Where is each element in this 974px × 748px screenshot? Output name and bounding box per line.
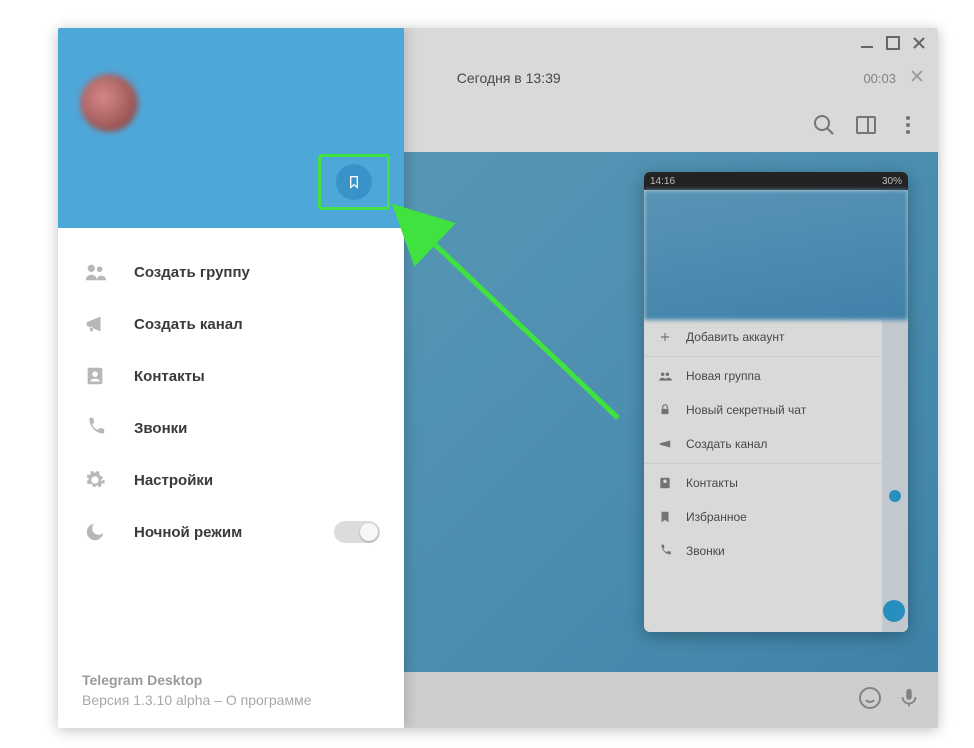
menu-new-channel[interactable]: Создать канал bbox=[58, 298, 404, 350]
gear-icon bbox=[82, 467, 108, 493]
menu-item-label: Ночной режим bbox=[134, 524, 242, 541]
menu-night-mode[interactable]: Ночной режим bbox=[58, 506, 404, 558]
saved-messages-button[interactable] bbox=[336, 164, 372, 200]
footer-app-name: Telegram Desktop bbox=[82, 672, 311, 688]
drawer-menu-list: Создать группу Создать канал Контакты Зв… bbox=[58, 228, 404, 576]
phone-icon bbox=[82, 415, 108, 441]
menu-settings[interactable]: Настройки bbox=[58, 454, 404, 506]
highlight-annotation bbox=[318, 154, 390, 210]
maximize-button[interactable] bbox=[886, 36, 900, 50]
group-icon bbox=[82, 259, 108, 285]
main-menu-drawer: Создать группу Создать канал Контакты Зв… bbox=[58, 28, 404, 728]
menu-item-label: Создать группу bbox=[134, 264, 250, 281]
menu-item-label: Создать канал bbox=[134, 316, 243, 333]
megaphone-icon bbox=[82, 311, 108, 337]
night-mode-toggle[interactable] bbox=[334, 521, 380, 543]
user-avatar[interactable] bbox=[80, 74, 138, 132]
menu-calls[interactable]: Звонки bbox=[58, 402, 404, 454]
menu-contacts[interactable]: Контакты bbox=[58, 350, 404, 402]
close-button[interactable] bbox=[912, 36, 926, 50]
footer-version[interactable]: Версия 1.3.10 alpha – О программе bbox=[82, 692, 311, 708]
menu-item-label: Настройки bbox=[134, 472, 213, 489]
menu-item-label: Контакты bbox=[134, 368, 205, 385]
minimize-button[interactable] bbox=[860, 36, 874, 50]
window-titlebar bbox=[848, 28, 938, 58]
moon-icon bbox=[82, 519, 108, 545]
drawer-footer: Telegram Desktop Версия 1.3.10 alpha – О… bbox=[82, 672, 311, 708]
menu-item-label: Звонки bbox=[134, 420, 187, 437]
app-window: Сегодня в 13:39 00:03 Избранное bbox=[58, 28, 938, 728]
menu-new-group[interactable]: Создать группу bbox=[58, 246, 404, 298]
drawer-header bbox=[58, 28, 404, 228]
contact-icon bbox=[82, 363, 108, 389]
